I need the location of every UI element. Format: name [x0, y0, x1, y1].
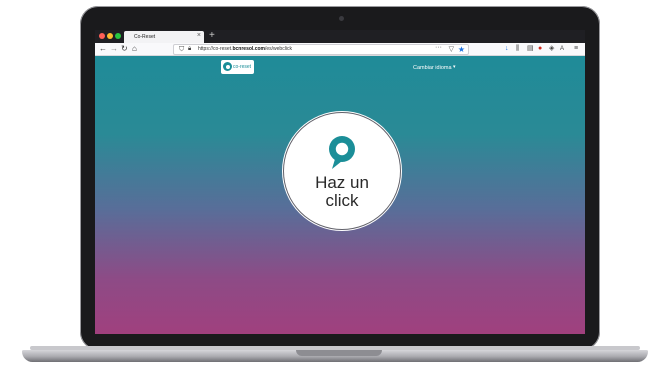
library-icon[interactable]: ⫼	[516, 44, 519, 54]
logo-text: co-reset	[233, 64, 252, 70]
page-actions-icon[interactable]: ···	[435, 44, 442, 51]
block-icon[interactable]: ●	[538, 44, 542, 54]
tab-strip: Co-Reset × +	[95, 30, 585, 43]
tracking-shield-icon[interactable]: ⛉	[179, 45, 184, 54]
lock-icon[interactable]: 🔒︎	[188, 45, 191, 54]
download-icon[interactable]: ↓	[505, 44, 509, 54]
home-icon[interactable]: ⌂	[132, 44, 137, 54]
menu-icon[interactable]: ≡	[574, 44, 578, 54]
tab-co-reset[interactable]: Co-Reset ×	[124, 31, 204, 43]
chat-bubble-icon	[329, 136, 355, 169]
close-tab-icon[interactable]: ×	[197, 32, 201, 39]
translate-icon[interactable]: A	[560, 44, 564, 54]
bookmark-star-icon[interactable]: ★	[458, 45, 465, 54]
maximize-window-dot[interactable]	[115, 33, 121, 39]
web-page: co-reset Cambiar idioma ▾ Haz un click	[95, 56, 585, 334]
address-bar[interactable]: ⛉ 🔒︎ https://co-reset.bcnresol.com/es/we…	[173, 44, 469, 55]
new-tab-button[interactable]: +	[209, 30, 215, 42]
cta-line-2: click	[325, 191, 359, 210]
webcam	[339, 16, 344, 21]
url-text[interactable]: https://co-reset.bcnresol.com/es/webclic…	[198, 46, 292, 53]
screen: Co-Reset × + ← → ↻ ⌂ ⛉ 🔒︎ https://co-res…	[95, 30, 585, 334]
co-reset-logo[interactable]: co-reset	[221, 60, 254, 74]
forward-icon[interactable]: →	[110, 44, 118, 54]
change-language-link[interactable]: Cambiar idioma	[413, 65, 452, 71]
close-window-dot[interactable]	[99, 33, 105, 39]
click-here-button[interactable]: Haz un click	[284, 113, 400, 229]
pocket-icon[interactable]: ▽	[449, 45, 454, 54]
minimize-window-dot[interactable]	[107, 33, 113, 39]
cta-line-1: Haz un	[315, 173, 369, 192]
browser-toolbar: ← → ↻ ⌂ ⛉ 🔒︎ https://co-reset.bcnresol.c…	[95, 43, 585, 56]
laptop-notch	[296, 350, 382, 356]
back-icon[interactable]: ←	[99, 44, 107, 54]
chevron-down-icon[interactable]: ▾	[453, 64, 456, 70]
chat-bubble-logo-icon	[223, 62, 232, 71]
reader-icon[interactable]: ▤	[527, 44, 534, 54]
tab-title: Co-Reset	[134, 34, 156, 40]
extension-icon[interactable]: ◈	[549, 44, 554, 54]
reload-icon[interactable]: ↻	[121, 44, 128, 54]
